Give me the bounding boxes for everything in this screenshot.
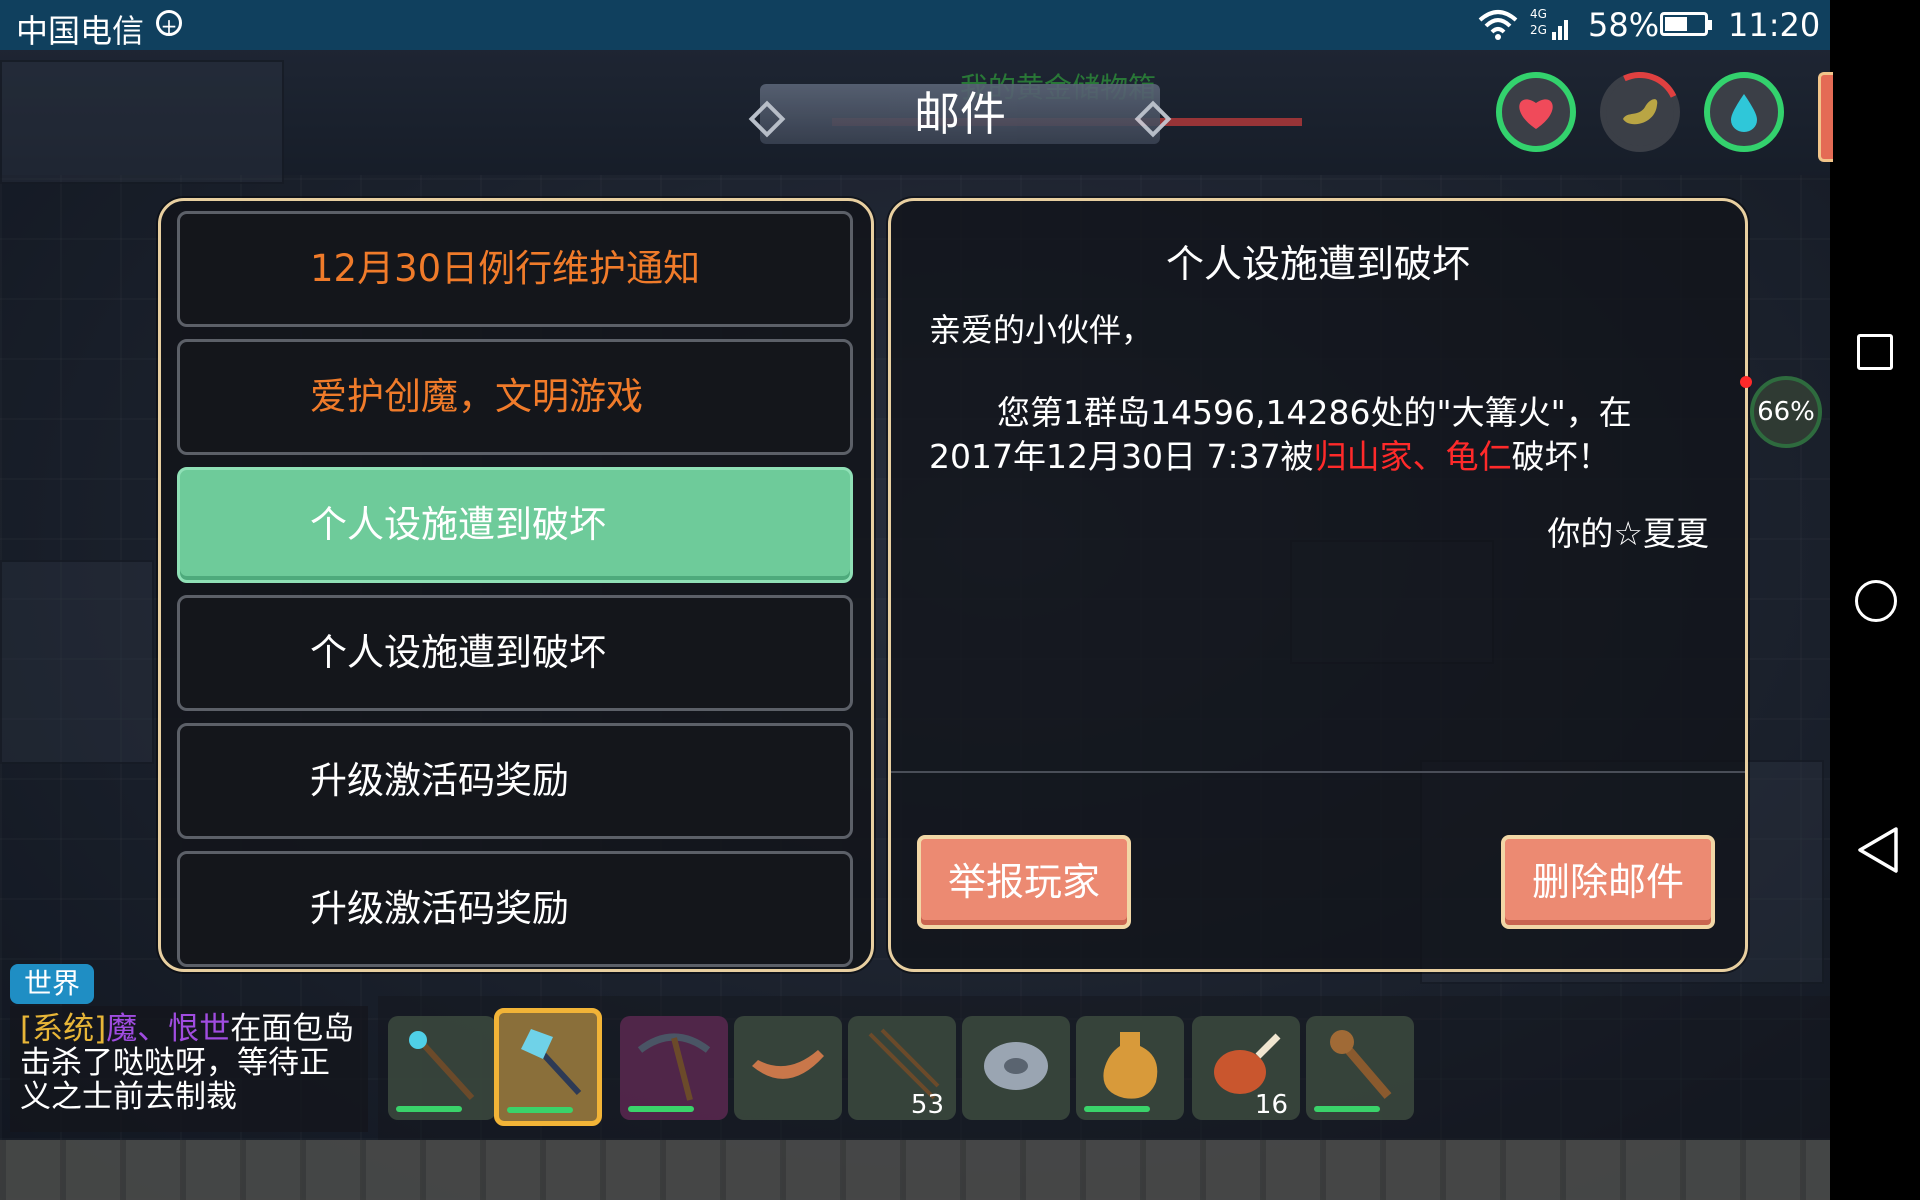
health-indicator[interactable] [1496,72,1576,152]
durability-bar [628,1106,694,1112]
hotbar-slot[interactable]: 16 [1192,1016,1300,1120]
hotbar-slot[interactable] [962,1016,1070,1120]
pickaxe-icon [637,1033,711,1101]
hotbar-slot[interactable] [388,1016,496,1120]
side-menu-tab[interactable] [1818,72,1833,162]
mail-subject: 升级激活码奖励 [310,887,569,930]
status-bar: 中国电信 + 4G 2G 58% 11:20 [0,0,1830,50]
page-title: 邮件 [914,87,1006,141]
wifi-icon [1478,10,1518,40]
navigation-bar [1830,0,1920,1200]
hotbar-slot-selected[interactable] [494,1008,602,1126]
progress-badge[interactable]: 66% [1750,376,1822,448]
player-names: 魔、恨世 [106,1011,231,1047]
carrier-name: 中国电信 [16,12,145,50]
crystal-axe-icon [521,1029,582,1096]
hotbar-slot[interactable] [734,1016,842,1120]
offender-names[interactable]: 归山家、龟仁 [1314,437,1512,476]
hotbar-slot[interactable] [1306,1016,1414,1120]
system-tag: [系统] [20,1011,107,1047]
mail-subject: 12月30日例行维护通知 [310,247,701,290]
hotbar-slot[interactable] [1076,1016,1184,1120]
battery-percent: 58% [1588,6,1660,44]
heart-icon [1502,78,1570,146]
carrier-extra-icon: + [156,10,182,38]
mail-list-item[interactable]: 12月30日例行维护通知 [177,211,853,327]
mail-detail-title: 个人设施遭到破坏 [1165,242,1470,286]
network-type-top: 4G [1530,7,1547,21]
hotbar-slot[interactable] [620,1016,728,1120]
mail-list-item[interactable]: 升级激活码奖励 [177,723,853,839]
water-drop-icon [1710,78,1778,146]
item-count: 53 [910,1090,944,1120]
report-player-button[interactable]: 举报玩家 [917,835,1131,929]
mail-subject: 个人设施遭到破坏 [310,503,606,546]
mail-signature: 你的☆夏夏 [1547,514,1709,553]
mail-list-item[interactable]: 爱护创魔，文明游戏 [177,339,853,455]
water-indicator[interactable] [1704,72,1784,152]
delete-mail-button[interactable]: 删除邮件 [1501,835,1715,929]
club-icon [1330,1030,1392,1099]
mail-list-panel: 12月30日例行维护通知 爱护创魔，文明游戏 个人设施遭到破坏 个人设施遭到破坏… [158,198,874,972]
magic-staff-icon [409,1031,475,1101]
mail-subject: 个人设施遭到破坏 [310,631,606,674]
food-icon [1606,78,1674,146]
network-type-bottom: 2G [1530,23,1547,37]
notification-dot [1740,376,1752,388]
shield-disc-icon [984,1042,1048,1090]
recent-apps-button[interactable] [1857,334,1893,370]
mail-detail-panel: 个人设施遭到破坏 亲爱的小伙伴， 您第1群岛14596,14286处的"大篝火"… [888,198,1748,972]
back-button[interactable] [1856,825,1900,875]
battery-icon [1660,12,1712,36]
item-count: 16 [1254,1090,1288,1120]
chat-channel-tab[interactable]: 世界 [10,964,94,1004]
cellular-signal-icon: 4G 2G [1530,8,1572,42]
mail-body: 您第1群岛14596,14286处的"大篝火"，在2017年12月30日 7:3… [929,391,1709,479]
divider [891,771,1745,773]
mail-greeting: 亲爱的小伙伴， [929,311,1154,349]
durability-bar [507,1107,573,1113]
home-button[interactable] [1855,580,1897,622]
durability-bar [396,1106,462,1112]
hotbar-slot[interactable]: 53 [848,1016,956,1120]
mail-list-item[interactable]: 个人设施遭到破坏 [177,595,853,711]
hunger-indicator[interactable] [1588,60,1692,164]
mail-body-text: 破坏！ [1511,437,1611,476]
mail-list-item-selected[interactable]: 个人设施遭到破坏 [177,467,853,583]
clock-time: 11:20 [1728,6,1821,44]
mail-list-item[interactable]: 升级激活码奖励 [177,851,853,967]
mail-subject: 爱护创魔，文明游戏 [310,375,643,418]
durability-bar [1084,1106,1150,1112]
durability-bar [1314,1106,1380,1112]
water-flask-icon [1103,1032,1158,1099]
chat-message-box[interactable]: [系统]魔、恨世在面包岛击杀了哒哒呀，等待正义之士前去制裁 [10,1006,368,1132]
boat-icon [752,1050,824,1079]
mail-subject: 升级激活码奖励 [310,759,569,802]
